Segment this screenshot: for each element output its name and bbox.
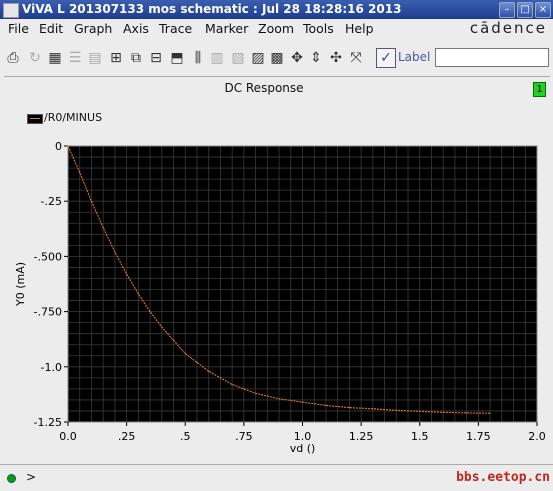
data-point	[372, 408, 374, 410]
minimize-icon[interactable]: –	[499, 2, 515, 18]
plot-area[interactable]: 0.0.25.5.75 1.0 1.25 1.5 1.75 2.0 0 -.25 -.500 -.…	[0, 98, 553, 464]
data-point	[442, 411, 444, 413]
split-icon[interactable]: ⬒	[169, 50, 185, 66]
x-tick-label: 1.75	[466, 430, 491, 443]
data-point	[231, 383, 233, 386]
status-led-icon	[7, 474, 16, 483]
bar-icon[interactable]: ⫼	[190, 50, 206, 66]
x-axis-label: vd ()	[290, 442, 316, 455]
data-point	[419, 410, 421, 413]
label-checkbox[interactable]: ✓	[376, 48, 396, 68]
grid-lines	[68, 146, 537, 422]
y-tick-label: -.750	[34, 306, 62, 319]
data-point	[325, 404, 327, 407]
data-point	[114, 251, 116, 253]
window-title: ViVA L 201307133 mos schematic : Jul 28 …	[22, 2, 402, 16]
close-icon[interactable]: ×	[535, 2, 551, 18]
watermark: bbs.eetop.cn	[456, 470, 550, 485]
zoom-y-icon[interactable]: ⇕	[308, 50, 324, 66]
menu-file[interactable]: File	[8, 21, 29, 36]
menu-axis[interactable]: Axis	[123, 21, 149, 36]
chart-svg[interactable]: 0.0.25.5.75 1.0 1.25 1.5 1.75 2.00-.25-.500-.…	[0, 98, 553, 464]
data-point	[208, 370, 210, 372]
grid-icon[interactable]: ▦	[47, 50, 63, 66]
data-point	[90, 200, 93, 202]
data-point	[196, 361, 198, 363]
y-tick-label: -.500	[34, 250, 62, 263]
label-checkbox-text: Label	[398, 50, 431, 64]
data-point	[161, 326, 163, 328]
menu-marker[interactable]: Marker	[205, 21, 248, 36]
x-tick-label: 1.25	[349, 430, 374, 443]
zoom-icon[interactable]: ⊞	[108, 50, 124, 66]
x-tick-label: .75	[235, 430, 253, 443]
stack2-icon[interactable]: ▨	[250, 50, 266, 66]
data-point	[184, 352, 186, 355]
app-icon[interactable]	[3, 3, 19, 18]
composite-icon[interactable]: ▤	[87, 50, 103, 66]
redraw-icon[interactable]: ↻	[27, 50, 43, 66]
maximize-icon[interactable]: □	[517, 2, 533, 18]
data-point	[301, 401, 304, 403]
plot-title: DC Response	[224, 81, 304, 95]
data-point	[172, 339, 175, 341]
data-point	[489, 412, 491, 414]
plot-header: DC Response 1	[4, 76, 550, 99]
menu-zoom[interactable]: Zoom	[258, 21, 294, 36]
menu-trace[interactable]: Trace	[159, 21, 192, 36]
y-tick-label: 0	[55, 140, 62, 153]
menu-graph[interactable]: Graph	[74, 21, 112, 36]
data-point	[149, 311, 151, 313]
data-point	[102, 227, 104, 229]
calculator-icon[interactable]: ▩	[269, 50, 285, 66]
menu-edit[interactable]: Edit	[39, 21, 63, 36]
x-tick-label: .5	[180, 430, 191, 443]
data-point	[67, 145, 69, 147]
y-tick-label: -.25	[41, 195, 62, 208]
data-point	[348, 407, 350, 409]
data-point	[466, 412, 468, 414]
label-input[interactable]	[435, 48, 549, 67]
data-point	[126, 273, 128, 275]
subwindow-badge[interactable]: 1	[533, 82, 546, 97]
status-bar: > bbs.eetop.cn	[0, 464, 553, 491]
x-tick-label: .25	[118, 430, 136, 443]
data-point	[137, 293, 139, 295]
cadence-logo: cādence	[469, 19, 547, 37]
data-point	[219, 377, 222, 379]
data-point	[395, 409, 397, 411]
delete-window-icon[interactable]: ⊟	[148, 50, 164, 66]
y-axis-label: Y0 (mA)	[14, 262, 27, 307]
x-tick-label: 0.0	[59, 430, 77, 443]
command-prompt: >	[26, 470, 37, 484]
command-input[interactable]	[38, 469, 462, 487]
subwindow-icon[interactable]: ⧉	[128, 50, 144, 66]
window-titlebar[interactable]: ViVA L 201307133 mos schematic : Jul 28 …	[0, 0, 553, 20]
x-tick-label: 1.5	[411, 430, 429, 443]
stack-icon[interactable]: ▧	[230, 50, 246, 66]
x-tick-label: 2.0	[528, 430, 546, 443]
pan-icon[interactable]: ✣	[328, 50, 344, 66]
y-tick-label: -1.0	[41, 361, 62, 374]
menu-tools[interactable]: Tools	[303, 21, 334, 36]
data-point	[255, 392, 257, 394]
y-tick-label: -1.25	[34, 416, 62, 429]
fit-icon[interactable]: ✥	[289, 50, 305, 66]
menu-help[interactable]: Help	[345, 21, 374, 36]
data-point	[243, 388, 245, 390]
data-point	[278, 398, 280, 400]
table-icon[interactable]: ▥	[209, 50, 225, 66]
zoom-box-icon[interactable]: ⤧	[348, 50, 364, 66]
data-point	[79, 171, 81, 174]
strip-icon[interactable]: ☰	[67, 50, 83, 66]
print-icon[interactable]: ⎙	[5, 50, 21, 66]
